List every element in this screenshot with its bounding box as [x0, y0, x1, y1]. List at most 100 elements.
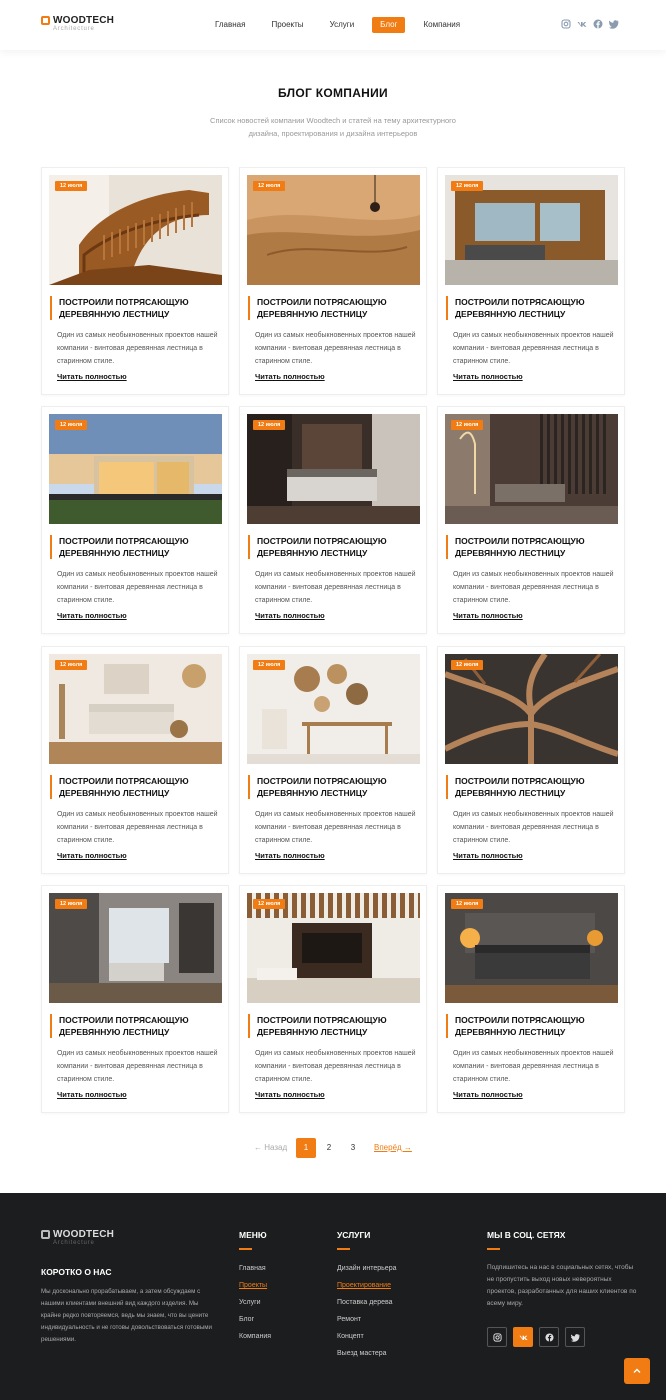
date-badge: 12 июля [451, 899, 484, 909]
instagram-icon[interactable] [561, 19, 571, 29]
date-badge: 12 июля [253, 181, 286, 191]
site-header: WOODTECH Architecture Главная Проекты Ус… [0, 0, 666, 50]
footer-about-text: Мы досконально прорабатываем, а затем об… [41, 1288, 212, 1343]
footer-facebook-button[interactable] [539, 1327, 559, 1347]
blog-card[interactable]: 12 июля ПОСТРОИЛИ ПОТРЯСАЮЩУЮ ДЕРЕВЯННУЮ … [41, 646, 229, 874]
blog-card-title[interactable]: ПОСТРОИЛИ ПОТРЯСАЮЩУЮ ДЕРЕВЯННУЮ ЛЕСТНИЦ… [248, 535, 416, 559]
blog-card[interactable]: 12 июля ПОСТРОИЛИ ПОТРЯСАЮЩУЮ ДЕРЕВЯННУЮ … [239, 406, 427, 634]
blog-card-image[interactable]: 12 июля [49, 414, 222, 524]
blog-card-image[interactable]: 12 июля [445, 654, 618, 764]
blog-card[interactable]: 12 июля ПОСТРОИЛИ ПОТРЯСАЮЩУЮ ДЕРЕВЯННУЮ … [41, 167, 229, 395]
blog-card-image[interactable]: 12 июля [49, 175, 222, 285]
read-more-link[interactable]: Читать полностью [57, 611, 127, 620]
read-more-link[interactable]: Читать полностью [255, 372, 325, 381]
blog-card-image[interactable]: 12 июля [247, 893, 420, 1003]
blog-card-excerpt: Один из самых необыкновенных проектов на… [57, 571, 218, 604]
pagination-page-1[interactable]: 1 [296, 1138, 316, 1158]
blog-card[interactable]: 12 июля ПОСТРОИЛИ ПОТРЯСАЮЩУЮ ДЕРЕВЯННУЮ … [437, 885, 625, 1113]
footer-menu-item[interactable]: Услуги [239, 1298, 271, 1315]
scroll-to-top-button[interactable] [624, 1358, 650, 1384]
blog-card-title[interactable]: ПОСТРОИЛИ ПОТРЯСАЮЩУЮ ДЕРЕВЯННУЮ ЛЕСТНИЦ… [50, 775, 218, 799]
footer-menu-item[interactable]: Проекты [239, 1281, 271, 1298]
footer-services-item[interactable]: Ремонт [337, 1315, 397, 1332]
pagination: ← Назад 1 2 3 Вперёд → [0, 1138, 666, 1158]
footer-services-item[interactable]: Концепт [337, 1332, 397, 1349]
blog-card-title[interactable]: ПОСТРОИЛИ ПОТРЯСАЮЩУЮ ДЕРЕВЯННУЮ ЛЕСТНИЦ… [248, 296, 416, 320]
blog-card-image[interactable]: 12 июля [247, 175, 420, 285]
blog-card-image[interactable]: 12 июля [445, 893, 618, 1003]
date-badge: 12 июля [451, 660, 484, 670]
blog-card-title[interactable]: ПОСТРОИЛИ ПОТРЯСАЮЩУЮ ДЕРЕВЯННУЮ ЛЕСТНИЦ… [248, 1014, 416, 1038]
read-more-link[interactable]: Читать полностью [453, 1090, 523, 1099]
vk-icon [518, 1335, 528, 1340]
blog-card-title[interactable]: ПОСТРОИЛИ ПОТРЯСАЮЩУЮ ДЕРЕВЯННУЮ ЛЕСТНИЦ… [446, 535, 614, 559]
blog-card[interactable]: 12 июля ПОСТРОИЛИ ПОТРЯСАЮЩУЮ ДЕРЕВЯННУЮ … [437, 406, 625, 634]
footer-services-item[interactable]: Поставка дерева [337, 1298, 397, 1315]
footer-services-item[interactable]: Проектирование [337, 1281, 397, 1298]
blog-card-title[interactable]: ПОСТРОИЛИ ПОТРЯСАЮЩУЮ ДЕРЕВЯННУЮ ЛЕСТНИЦ… [50, 535, 218, 559]
read-more-link[interactable]: Читать полностью [453, 372, 523, 381]
blog-card-title[interactable]: ПОСТРОИЛИ ПОТРЯСАЮЩУЮ ДЕРЕВЯННУЮ ЛЕСТНИЦ… [50, 296, 218, 320]
blog-card-image[interactable]: 12 июля [49, 654, 222, 764]
blog-card-title[interactable]: ПОСТРОИЛИ ПОТРЯСАЮЩУЮ ДЕРЕВЯННУЮ ЛЕСТНИЦ… [446, 296, 614, 320]
read-more-link[interactable]: Читать полностью [57, 372, 127, 381]
date-badge: 12 июля [451, 181, 484, 191]
footer-services-item[interactable]: Дизайн интерьера [337, 1264, 397, 1281]
footer-menu-item[interactable]: Блог [239, 1315, 271, 1332]
footer-services-underline [337, 1248, 350, 1250]
blog-card[interactable]: 12 июля ПОСТРОИЛИ ПОТРЯСАЮЩУЮ ДЕРЕВЯННУЮ … [41, 885, 229, 1113]
footer-services-item[interactable]: Выезд мастера [337, 1349, 397, 1366]
nav-item-projects[interactable]: Проекты [263, 17, 311, 33]
nav-item-blog[interactable]: Блог [372, 17, 406, 33]
date-badge: 12 июля [55, 420, 88, 430]
blog-card[interactable]: 12 июля ПОСТРОИЛИ ПОТРЯСАЮЩУЮ ДЕРЕВЯННУЮ … [437, 646, 625, 874]
blog-card-image[interactable]: 12 июля [247, 654, 420, 764]
blog-card-title[interactable]: ПОСТРОИЛИ ПОТРЯСАЮЩУЮ ДЕРЕВЯННУЮ ЛЕСТНИЦ… [446, 1014, 614, 1038]
date-badge: 12 июля [55, 899, 88, 909]
footer-menu-item[interactable]: Главная [239, 1264, 271, 1281]
blog-card-excerpt: Один из самых необыкновенных проектов на… [453, 332, 614, 365]
vk-icon[interactable] [577, 19, 587, 29]
footer-vk-button[interactable] [513, 1327, 533, 1347]
blog-card-title[interactable]: ПОСТРОИЛИ ПОТРЯСАЮЩУЮ ДЕРЕВЯННУЮ ЛЕСТНИЦ… [50, 1014, 218, 1038]
logo-mark-icon [41, 16, 50, 25]
nav-item-home[interactable]: Главная [207, 17, 253, 33]
footer-menu-title: МЕНЮ [239, 1230, 267, 1240]
blog-card-image[interactable]: 12 июля [445, 414, 618, 524]
blog-card[interactable]: 12 июля ПОСТРОИЛИ ПОТРЯСАЮЩУЮ ДЕРЕВЯННУЮ … [239, 167, 427, 395]
blog-card[interactable]: 12 июля ПОСТРОИЛИ ПОТРЯСАЮЩУЮ ДЕРЕВЯННУЮ … [239, 646, 427, 874]
blog-card-image[interactable]: 12 июля [445, 175, 618, 285]
read-more-link[interactable]: Читать полностью [255, 851, 325, 860]
blog-card[interactable]: 12 июля ПОСТРОИЛИ ПОТРЯСАЮЩУЮ ДЕРЕВЯННУЮ … [239, 885, 427, 1113]
pagination-next[interactable]: Вперёд → [374, 1143, 412, 1152]
read-more-link[interactable]: Читать полностью [57, 851, 127, 860]
footer-instagram-button[interactable] [487, 1327, 507, 1347]
blog-card[interactable]: 12 июля ПОСТРОИЛИ ПОТРЯСАЮЩУЮ ДЕРЕВЯННУЮ … [41, 406, 229, 634]
blog-card[interactable]: 12 июля ПОСТРОИЛИ ПОТРЯСАЮЩУЮ ДЕРЕВЯННУЮ … [437, 167, 625, 395]
blog-card-image[interactable]: 12 июля [247, 414, 420, 524]
twitter-icon[interactable] [609, 19, 619, 29]
blog-card-title[interactable]: ПОСТРОИЛИ ПОТРЯСАЮЩУЮ ДЕРЕВЯННУЮ ЛЕСТНИЦ… [446, 775, 614, 799]
read-more-link[interactable]: Читать полностью [453, 611, 523, 620]
facebook-icon[interactable] [593, 19, 603, 29]
footer-socials [487, 1327, 585, 1347]
pagination-page-2[interactable]: 2 [319, 1138, 339, 1158]
footer-services-title: УСЛУГИ [337, 1230, 371, 1240]
blog-card-excerpt: Один из самых необыкновенных проектов на… [453, 571, 614, 604]
read-more-link[interactable]: Читать полностью [255, 611, 325, 620]
footer-social-title: МЫ В СОЦ. СЕТЯХ [487, 1230, 566, 1240]
footer-logo-tagline: Architecture [53, 1240, 95, 1246]
footer-menu-underline [239, 1248, 252, 1250]
pagination-page-3[interactable]: 3 [343, 1138, 363, 1158]
instagram-icon [492, 1332, 502, 1342]
footer-menu-item[interactable]: Компания [239, 1332, 271, 1349]
read-more-link[interactable]: Читать полностью [255, 1090, 325, 1099]
read-more-link[interactable]: Читать полностью [453, 851, 523, 860]
blog-card-title[interactable]: ПОСТРОИЛИ ПОТРЯСАЮЩУЮ ДЕРЕВЯННУЮ ЛЕСТНИЦ… [248, 775, 416, 799]
blog-card-image[interactable]: 12 июля [49, 893, 222, 1003]
pagination-prev[interactable]: ← Назад [254, 1143, 287, 1152]
nav-item-services[interactable]: Услуги [322, 17, 363, 33]
nav-item-company[interactable]: Компания [415, 17, 468, 33]
read-more-link[interactable]: Читать полностью [57, 1090, 127, 1099]
footer-twitter-button[interactable] [565, 1327, 585, 1347]
